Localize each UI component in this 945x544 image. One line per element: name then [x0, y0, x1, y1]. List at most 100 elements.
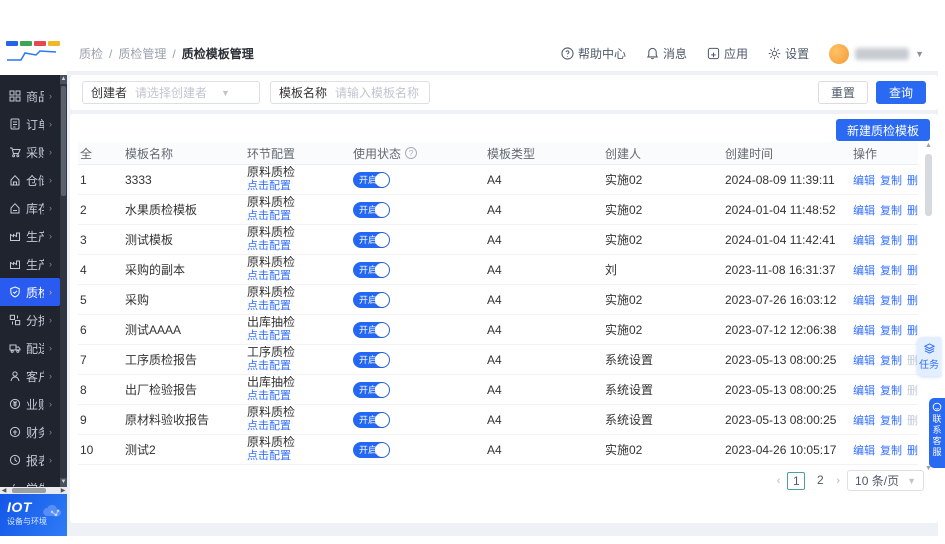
sidebar-item-finance[interactable]: 财务›: [0, 418, 60, 446]
edit-link[interactable]: 编辑: [853, 352, 875, 368]
task-floating-tab[interactable]: 任务: [917, 337, 941, 376]
configure-link[interactable]: 点击配置: [247, 270, 291, 283]
sidebar-item-customer[interactable]: 客户›: [0, 362, 60, 390]
template-type: A4: [485, 203, 603, 217]
edit-link[interactable]: 编辑: [853, 292, 875, 308]
copy-link[interactable]: 复制: [880, 172, 902, 188]
configure-link[interactable]: 点击配置: [247, 240, 291, 253]
copy-link[interactable]: 复制: [880, 322, 902, 338]
support-floating-tab[interactable]: 联系客服: [929, 398, 945, 468]
scroll-right-icon[interactable]: ▶: [59, 487, 67, 494]
template-name: 出厂检验报告: [123, 381, 245, 398]
status-toggle[interactable]: 开启: [353, 382, 390, 398]
sidebar-item-procurement[interactable]: 采购›: [0, 138, 60, 166]
delete-link[interactable]: 删除: [907, 322, 918, 338]
scrollbar-thumb[interactable]: [925, 154, 932, 216]
sidebar-item-warehouse[interactable]: 仓储›: [0, 166, 60, 194]
chevron-right-icon: ›: [49, 91, 52, 101]
status-toggle[interactable]: 开启: [353, 202, 390, 218]
sidebar-item-goods[interactable]: 商品›: [0, 82, 60, 110]
edit-link[interactable]: 编辑: [853, 382, 875, 398]
configure-link[interactable]: 点击配置: [247, 180, 291, 193]
copy-link[interactable]: 复制: [880, 382, 902, 398]
search-button[interactable]: 查询: [876, 81, 926, 104]
status-toggle[interactable]: 开启: [353, 352, 390, 368]
messages-button[interactable]: 消息: [646, 45, 687, 62]
copy-link[interactable]: 复制: [880, 292, 902, 308]
delete-link[interactable]: 删除: [907, 232, 918, 248]
page-number-current[interactable]: 1: [787, 472, 805, 490]
configure-link[interactable]: 点击配置: [247, 390, 291, 403]
settings-button[interactable]: 设置: [768, 45, 809, 62]
status-toggle[interactable]: 开启: [353, 442, 390, 458]
reset-button[interactable]: 重置: [818, 81, 868, 104]
edit-link[interactable]: 编辑: [853, 322, 875, 338]
prev-page-icon[interactable]: ‹: [777, 475, 781, 487]
configure-link[interactable]: 点击配置: [247, 360, 291, 373]
delete-link[interactable]: 删除: [907, 262, 918, 278]
sidebar-item-biz-finance[interactable]: 业财›: [0, 390, 60, 418]
edit-link[interactable]: 编辑: [853, 262, 875, 278]
edit-link[interactable]: 编辑: [853, 172, 875, 188]
new-template-button[interactable]: 新建质检模板: [836, 119, 930, 141]
logo-bar: [20, 41, 32, 46]
delete-link[interactable]: 删除: [907, 292, 918, 308]
copy-link[interactable]: 复制: [880, 412, 902, 428]
delete-link[interactable]: 删除: [907, 202, 918, 218]
apps-button[interactable]: 应用: [707, 45, 748, 62]
page-size-select[interactable]: 10 条/页 ▼: [847, 470, 924, 491]
status-toggle[interactable]: 开启: [353, 322, 390, 338]
sidebar-item-delivery[interactable]: 配送›: [0, 334, 60, 362]
sidebar-item-report[interactable]: 报表›: [0, 446, 60, 474]
user-menu[interactable]: ▼: [829, 44, 924, 64]
row-seq: 4: [78, 263, 123, 277]
status-toggle[interactable]: 开启: [353, 172, 390, 188]
edit-link[interactable]: 编辑: [853, 202, 875, 218]
configure-link[interactable]: 点击配置: [247, 300, 291, 313]
sidebar-item-inventory[interactable]: 库存›: [0, 194, 60, 222]
breadcrumb-item[interactable]: 质检管理: [118, 45, 166, 62]
configure-link[interactable]: 点击配置: [247, 420, 291, 433]
copy-link[interactable]: 复制: [880, 232, 902, 248]
template-name-input[interactable]: 模板名称 请输入模板名称: [270, 81, 430, 104]
status-toggle[interactable]: 开启: [353, 412, 390, 428]
status-toggle[interactable]: 开启: [353, 232, 390, 248]
sidebar-item-production[interactable]: 生产›: [0, 222, 60, 250]
configure-link[interactable]: 点击配置: [247, 330, 291, 343]
copy-link[interactable]: 复制: [880, 202, 902, 218]
scrollbar-thumb[interactable]: [12, 488, 46, 493]
iot-footer-banner[interactable]: IOT 设备与环境: [0, 494, 67, 536]
delete-link: 删除: [907, 412, 918, 428]
sidebar-item-label: 库存: [26, 200, 44, 217]
edit-link[interactable]: 编辑: [853, 442, 875, 458]
breadcrumb-item[interactable]: 质检: [79, 45, 103, 62]
status-toggle[interactable]: 开启: [353, 292, 390, 308]
question-circle-icon[interactable]: ?: [405, 147, 417, 159]
scrollbar-thumb[interactable]: [61, 86, 66, 196]
sidebar-item-orders[interactable]: 订单›: [0, 110, 60, 138]
status-toggle[interactable]: 开启: [353, 262, 390, 278]
configure-link[interactable]: 点击配置: [247, 210, 291, 223]
sidebar-item-meal[interactable]: 学生餐›: [0, 474, 60, 487]
copy-link[interactable]: 复制: [880, 262, 902, 278]
copy-link[interactable]: 复制: [880, 442, 902, 458]
configure-link[interactable]: 点击配置: [247, 450, 291, 463]
delete-link[interactable]: 删除: [907, 442, 918, 458]
copy-link[interactable]: 复制: [880, 352, 902, 368]
edit-link[interactable]: 编辑: [853, 412, 875, 428]
edit-link[interactable]: 编辑: [853, 232, 875, 248]
scroll-up-icon[interactable]: ▲: [924, 142, 933, 149]
help-center-button[interactable]: 帮助中心: [561, 45, 626, 62]
page-number[interactable]: 2: [811, 472, 829, 490]
creator-select[interactable]: 创建者 请选择创建者 ▼: [82, 81, 260, 104]
sidebar-horizontal-scrollbar[interactable]: ◀ ▶: [0, 487, 67, 494]
delete-link[interactable]: 删除: [907, 172, 918, 188]
sidebar-item-production[interactable]: 生产›: [0, 250, 60, 278]
next-page-icon[interactable]: ›: [836, 475, 840, 487]
sidebar-vertical-scrollbar[interactable]: ▲ ▼: [60, 75, 67, 487]
scroll-up-icon[interactable]: ▲: [60, 75, 67, 84]
scroll-down-icon[interactable]: ▼: [60, 478, 67, 487]
sidebar-item-sorting[interactable]: 分拣›: [0, 306, 60, 334]
scroll-left-icon[interactable]: ◀: [0, 487, 8, 494]
sidebar-item-qc[interactable]: 质检›: [0, 278, 60, 306]
